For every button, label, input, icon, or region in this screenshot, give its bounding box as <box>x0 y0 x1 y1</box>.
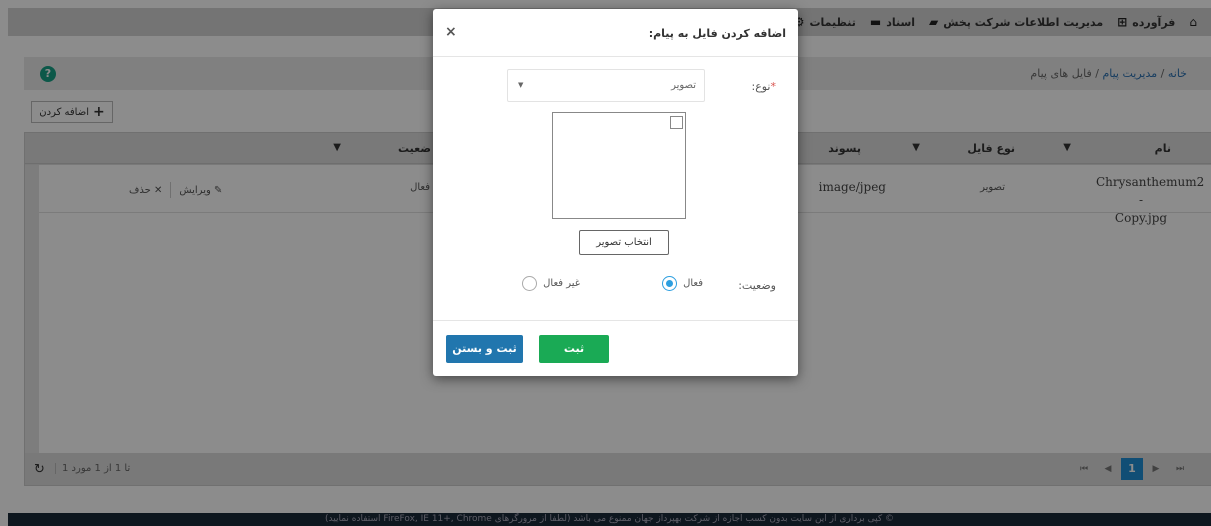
status-label: وضعیت: <box>738 279 776 292</box>
modal-header: اضافه کردن فایل به پیام: × <box>433 9 798 57</box>
status-active-label: فعال <box>683 278 703 289</box>
choose-image-button[interactable]: انتخاب تصویر <box>579 230 669 255</box>
status-inactive-option[interactable]: غیر فعال <box>522 276 580 291</box>
chevron-down-icon: ▼ <box>518 81 524 89</box>
submit-and-close-button[interactable]: ثبت و بستن <box>446 335 523 363</box>
modal-divider <box>433 320 798 321</box>
status-active-option[interactable]: فعال <box>662 276 703 291</box>
submit-button[interactable]: ثبت <box>539 335 609 363</box>
type-select[interactable]: تصویر ▼ <box>507 69 705 102</box>
image-checkbox[interactable] <box>670 116 683 129</box>
add-file-modal: اضافه کردن فایل به پیام: × *نوع: تصویر ▼… <box>433 9 798 376</box>
type-select-value: تصویر <box>671 80 696 91</box>
close-icon[interactable]: × <box>445 24 457 40</box>
status-inactive-label: غیر فعال <box>543 278 580 289</box>
image-preview <box>552 112 686 219</box>
status-inactive-radio[interactable] <box>522 276 538 291</box>
type-label: *نوع: <box>751 80 776 93</box>
modal-title: اضافه کردن فایل به پیام: <box>648 27 786 40</box>
status-active-radio[interactable] <box>662 276 678 291</box>
